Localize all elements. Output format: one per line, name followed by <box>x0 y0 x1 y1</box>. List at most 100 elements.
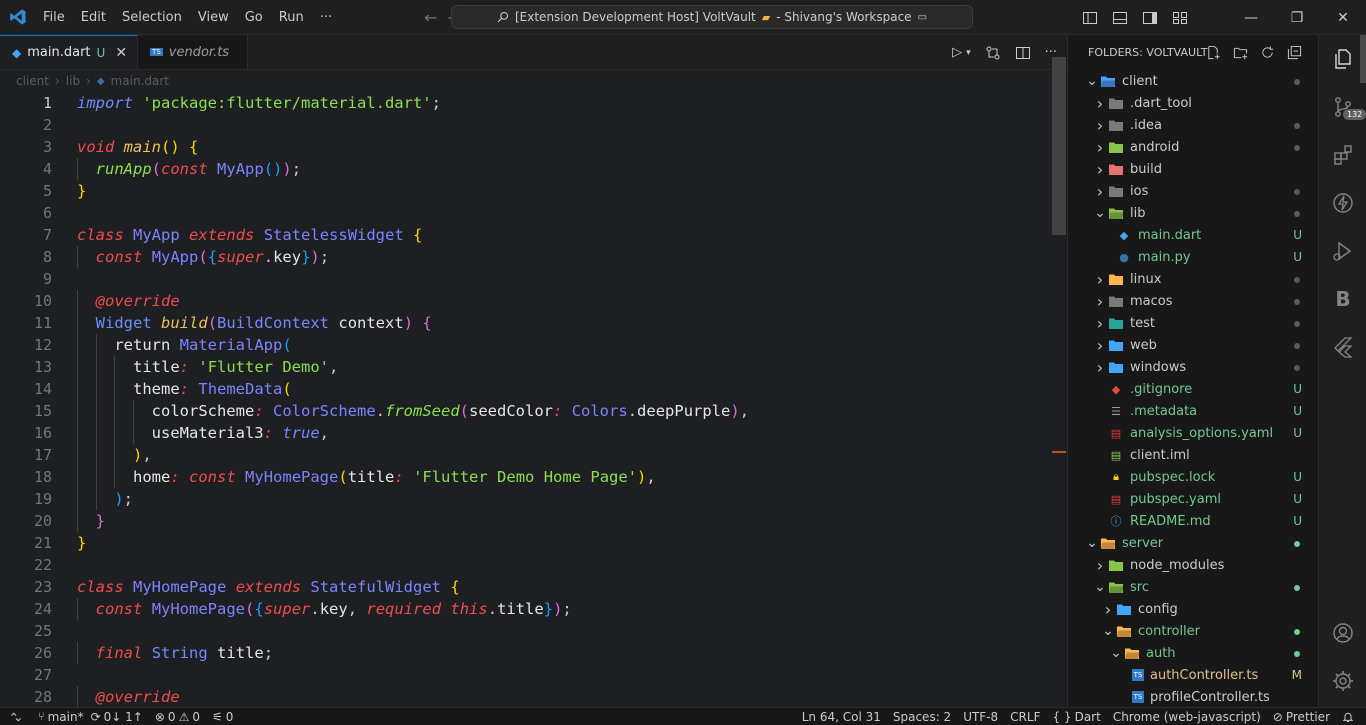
tree-item[interactable]: ▤ pubspec.yaml U <box>1068 488 1318 510</box>
end-of-line[interactable]: CRLF <box>1004 710 1046 724</box>
tree-item[interactable]: › test <box>1068 312 1318 334</box>
tree-item[interactable]: ⌄ lib <box>1068 202 1318 224</box>
new-file-icon[interactable] <box>1206 45 1221 60</box>
code-token: title <box>133 358 180 376</box>
tree-item[interactable]: › node_modules <box>1068 554 1318 576</box>
tree-item[interactable]: ▤ analysis_options.yaml U <box>1068 422 1318 444</box>
tree-item[interactable]: ⌄ server <box>1068 532 1318 554</box>
toggle-panel-icon[interactable] <box>1112 10 1128 26</box>
code-line: 18 home: const MyHomePage(title: 'Flutte… <box>0 466 1052 488</box>
tree-item[interactable]: › build <box>1068 158 1318 180</box>
tree-item[interactable]: TS authController.ts M <box>1068 664 1318 686</box>
tree-item[interactable]: › ios <box>1068 180 1318 202</box>
tree-item[interactable]: ◆ main.dart U <box>1068 224 1318 246</box>
run-debug-icon[interactable] <box>1319 227 1366 275</box>
menu-item[interactable]: Edit <box>73 0 114 35</box>
sidebar-scrollbar-thumb[interactable] <box>1360 35 1366 83</box>
tree-item-label: profileController.ts <box>1150 689 1270 705</box>
tree-item[interactable]: › linux <box>1068 268 1318 290</box>
compare-changes-icon[interactable] <box>985 45 1001 61</box>
tree-item-label: authController.ts <box>1150 667 1259 683</box>
tree-item[interactable]: › .dart_tool <box>1068 92 1318 114</box>
ports-indicator[interactable]: ⚟ 0 <box>206 710 239 724</box>
new-folder-icon[interactable] <box>1233 45 1248 60</box>
branch-indicator[interactable]: ⑂ main* ⟳ 0↓ 1↑ <box>32 710 149 724</box>
code-token: : <box>179 380 190 398</box>
code-token: ) <box>403 314 414 332</box>
bold-b-icon[interactable]: B <box>1319 275 1366 323</box>
tree-item[interactable]: 🔒︎ pubspec.lock U <box>1068 466 1318 488</box>
tree-item[interactable]: ● main.py U <box>1068 246 1318 268</box>
breadcrumb-item[interactable]: lib <box>66 74 80 88</box>
tab-main-dart[interactable]: ◆ main.dart U ✕ <box>0 35 139 69</box>
chevron-down-icon: ⌄ <box>1110 645 1122 661</box>
debug-browser[interactable]: Chrome (web-javascript) <box>1107 710 1267 724</box>
tree-item[interactable]: ⌄ auth <box>1068 642 1318 664</box>
folder-icon <box>1108 316 1124 330</box>
cursor-position[interactable]: Ln 64, Col 31 <box>796 710 887 724</box>
remote-indicator-icon[interactable] <box>0 708 32 725</box>
toggle-secondary-sidebar-icon[interactable] <box>1142 10 1158 26</box>
menu-item[interactable]: ··· <box>312 0 340 35</box>
tree-item[interactable]: › .idea <box>1068 114 1318 136</box>
back-arrow-icon[interactable]: ← <box>424 8 437 27</box>
tree-item[interactable]: ☰ .metadata U <box>1068 400 1318 422</box>
customize-layout-icon[interactable] <box>1172 10 1188 26</box>
toggle-primary-sidebar-icon[interactable] <box>1082 10 1098 26</box>
tree-item[interactable]: ▤ client.iml <box>1068 444 1318 466</box>
minimize-button[interactable]: — <box>1228 0 1274 35</box>
prettier-indicator[interactable]: ⊘ Prettier <box>1267 710 1336 724</box>
folder-open-icon <box>1100 74 1116 88</box>
tree-item[interactable]: ⌄ client <box>1068 70 1318 92</box>
tree-item[interactable]: › macos <box>1068 290 1318 312</box>
close-tab-icon[interactable]: ✕ <box>115 45 127 61</box>
collapse-all-icon[interactable] <box>1287 45 1302 60</box>
language-mode[interactable]: { } Dart <box>1046 710 1106 724</box>
restore-button[interactable]: ❐ <box>1274 0 1320 35</box>
tab-bar: ◆ main.dart U ✕ TS vendor.ts ▷ ▾ ··· <box>0 35 1067 70</box>
menu-item[interactable]: File <box>35 0 73 35</box>
command-center[interactable]: [Extension Development Host] VoltVault ▰… <box>451 5 973 29</box>
code-token: MaterialApp <box>179 336 283 354</box>
vscode-logo-icon[interactable] <box>0 0 35 35</box>
tab-vendor-ts[interactable]: TS vendor.ts <box>138 35 249 69</box>
editor-scrollbar-thumb[interactable] <box>1052 57 1066 235</box>
menu-item[interactable]: Run <box>271 0 312 35</box>
close-window-button[interactable]: ✕ <box>1320 0 1366 35</box>
tree-item[interactable]: › config <box>1068 598 1318 620</box>
run-icon[interactable]: ▷ <box>952 45 962 60</box>
tree-item[interactable]: ⌄ src <box>1068 576 1318 598</box>
code-line: 27 <box>0 664 1052 686</box>
lightning-icon[interactable] <box>1319 179 1366 227</box>
notifications-icon[interactable] <box>1336 711 1366 723</box>
refresh-icon[interactable] <box>1260 45 1275 60</box>
code-editor[interactable]: 1 import 'package:flutter/material.dart';… <box>0 92 1052 708</box>
menu-item[interactable]: Selection <box>114 0 190 35</box>
breadcrumb-item[interactable]: main.dart <box>111 74 169 88</box>
flutter-icon[interactable] <box>1319 323 1366 371</box>
breadcrumb-item[interactable]: client <box>16 74 49 88</box>
menu-item[interactable]: Go <box>237 0 271 35</box>
tree-item[interactable]: ⓘ README.md U <box>1068 510 1318 532</box>
extensions-icon[interactable] <box>1319 131 1366 179</box>
code-line: 21} <box>0 532 1052 554</box>
chevron-down-icon[interactable]: ▾ <box>966 48 971 58</box>
tree-item[interactable]: TS profileController.ts <box>1068 686 1318 708</box>
split-editor-icon[interactable] <box>1015 45 1031 61</box>
tree-item[interactable]: › windows <box>1068 356 1318 378</box>
settings-gear-icon[interactable] <box>1319 657 1366 705</box>
tree-item[interactable]: › web <box>1068 334 1318 356</box>
tree-item[interactable]: ⌄ controller <box>1068 620 1318 642</box>
account-icon[interactable] <box>1319 609 1366 657</box>
explorer-icon[interactable] <box>1319 35 1366 83</box>
tree-item[interactable]: › android <box>1068 136 1318 158</box>
menu-item[interactable]: View <box>190 0 237 35</box>
indentation[interactable]: Spaces: 2 <box>887 710 957 724</box>
code-text: class MyHomePage extends StatefulWidget … <box>77 578 460 596</box>
problems-indicator[interactable]: ⊗ 0 ⚠ 0 <box>149 710 206 724</box>
tree-item[interactable]: ◆ .gitignore U <box>1068 378 1318 400</box>
encoding[interactable]: UTF-8 <box>957 710 1004 724</box>
source-control-icon[interactable]: 132 <box>1319 83 1366 131</box>
